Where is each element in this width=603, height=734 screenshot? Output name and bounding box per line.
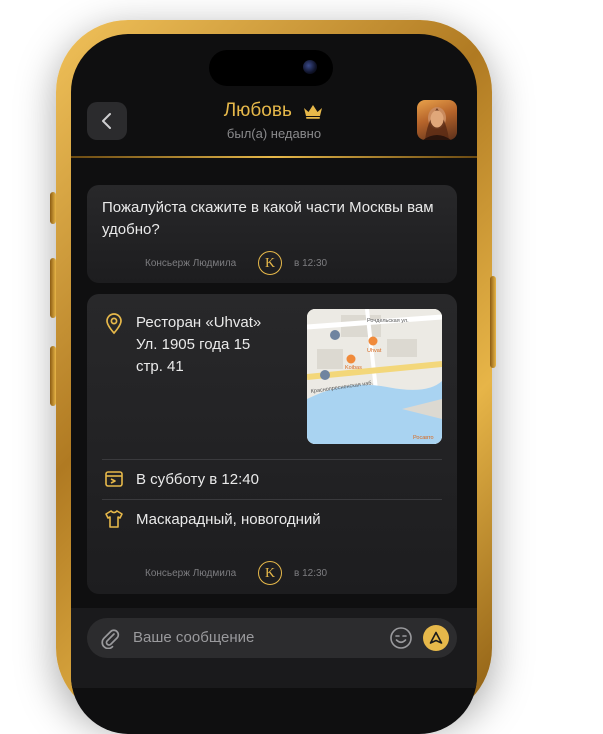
sender-name: Консьерж Людмила [145, 568, 237, 579]
booking-date: В субботу в 12:40 [136, 471, 259, 488]
side-button [50, 192, 56, 224]
venue-address: Ресторан «Uhvat» Ул. 1905 года 15 стр. 4… [136, 312, 296, 378]
send-button[interactable] [423, 625, 449, 651]
contact-name[interactable]: Любовь [224, 100, 292, 122]
booking-card: Ресторан «Uhvat» Ул. 1905 года 15 стр. 4… [87, 294, 457, 594]
concierge-badge: K [258, 251, 282, 275]
chat-header: Любовь был(а) недавно [71, 94, 477, 156]
paperclip-icon[interactable] [99, 627, 121, 649]
concierge-badge: K [258, 561, 282, 585]
avatar-image [423, 107, 451, 140]
venue-name: Ресторан «Uhvat» [136, 314, 262, 331]
dress-code: Маскарадный, новогодний [136, 511, 321, 528]
header-divider [71, 156, 477, 158]
map-brand-label: Росавто [413, 435, 434, 441]
map-graphic: Рочдельская ул. Uhvat Koibas Краснопресн… [307, 309, 442, 444]
phone-screen: Любовь был(а) недавно Пожалуйста скажите… [71, 34, 477, 734]
send-icon [429, 631, 443, 644]
venue-building: стр. 41 [136, 358, 184, 375]
message-card: Пожалуйста скажите в какой части Москвы … [87, 185, 457, 283]
dynamic-island [209, 50, 333, 86]
message-meta: Консьерж Людмила K в 12:30 [87, 251, 457, 277]
smile-icon[interactable] [389, 626, 413, 650]
message-input[interactable]: Ваше сообщение [87, 618, 457, 658]
side-button [490, 276, 496, 368]
side-button [50, 258, 56, 318]
crown-icon [304, 105, 323, 119]
venue-street: Ул. 1905 года 15 [136, 336, 251, 353]
calendar-icon [105, 471, 123, 487]
divider [102, 459, 442, 460]
side-button [50, 346, 56, 406]
location-pin-icon [106, 313, 122, 335]
composer-bar: Ваше сообщение [71, 608, 477, 688]
map-thumbnail[interactable]: Рочдельская ул. Uhvat Koibas Краснопресн… [307, 309, 442, 444]
message-placeholder: Ваше сообщение [133, 629, 255, 646]
sender-name: Консьерж Людмила [145, 258, 237, 269]
message-time: в 12:30 [294, 568, 328, 579]
map-street-label: Рочдельская ул. [367, 318, 409, 324]
message-text: Пожалуйста скажите в какой части Москвы … [102, 199, 434, 238]
message-meta: Консьерж Людмила K в 12:30 [87, 561, 457, 587]
avatar[interactable] [417, 100, 457, 140]
camera-icon [303, 60, 317, 74]
message-time: в 12:30 [294, 258, 328, 269]
map-place-label: Uhvat [367, 348, 382, 354]
shirt-icon [105, 510, 123, 528]
map-place-label: Koibas [345, 365, 362, 371]
divider [102, 499, 442, 500]
